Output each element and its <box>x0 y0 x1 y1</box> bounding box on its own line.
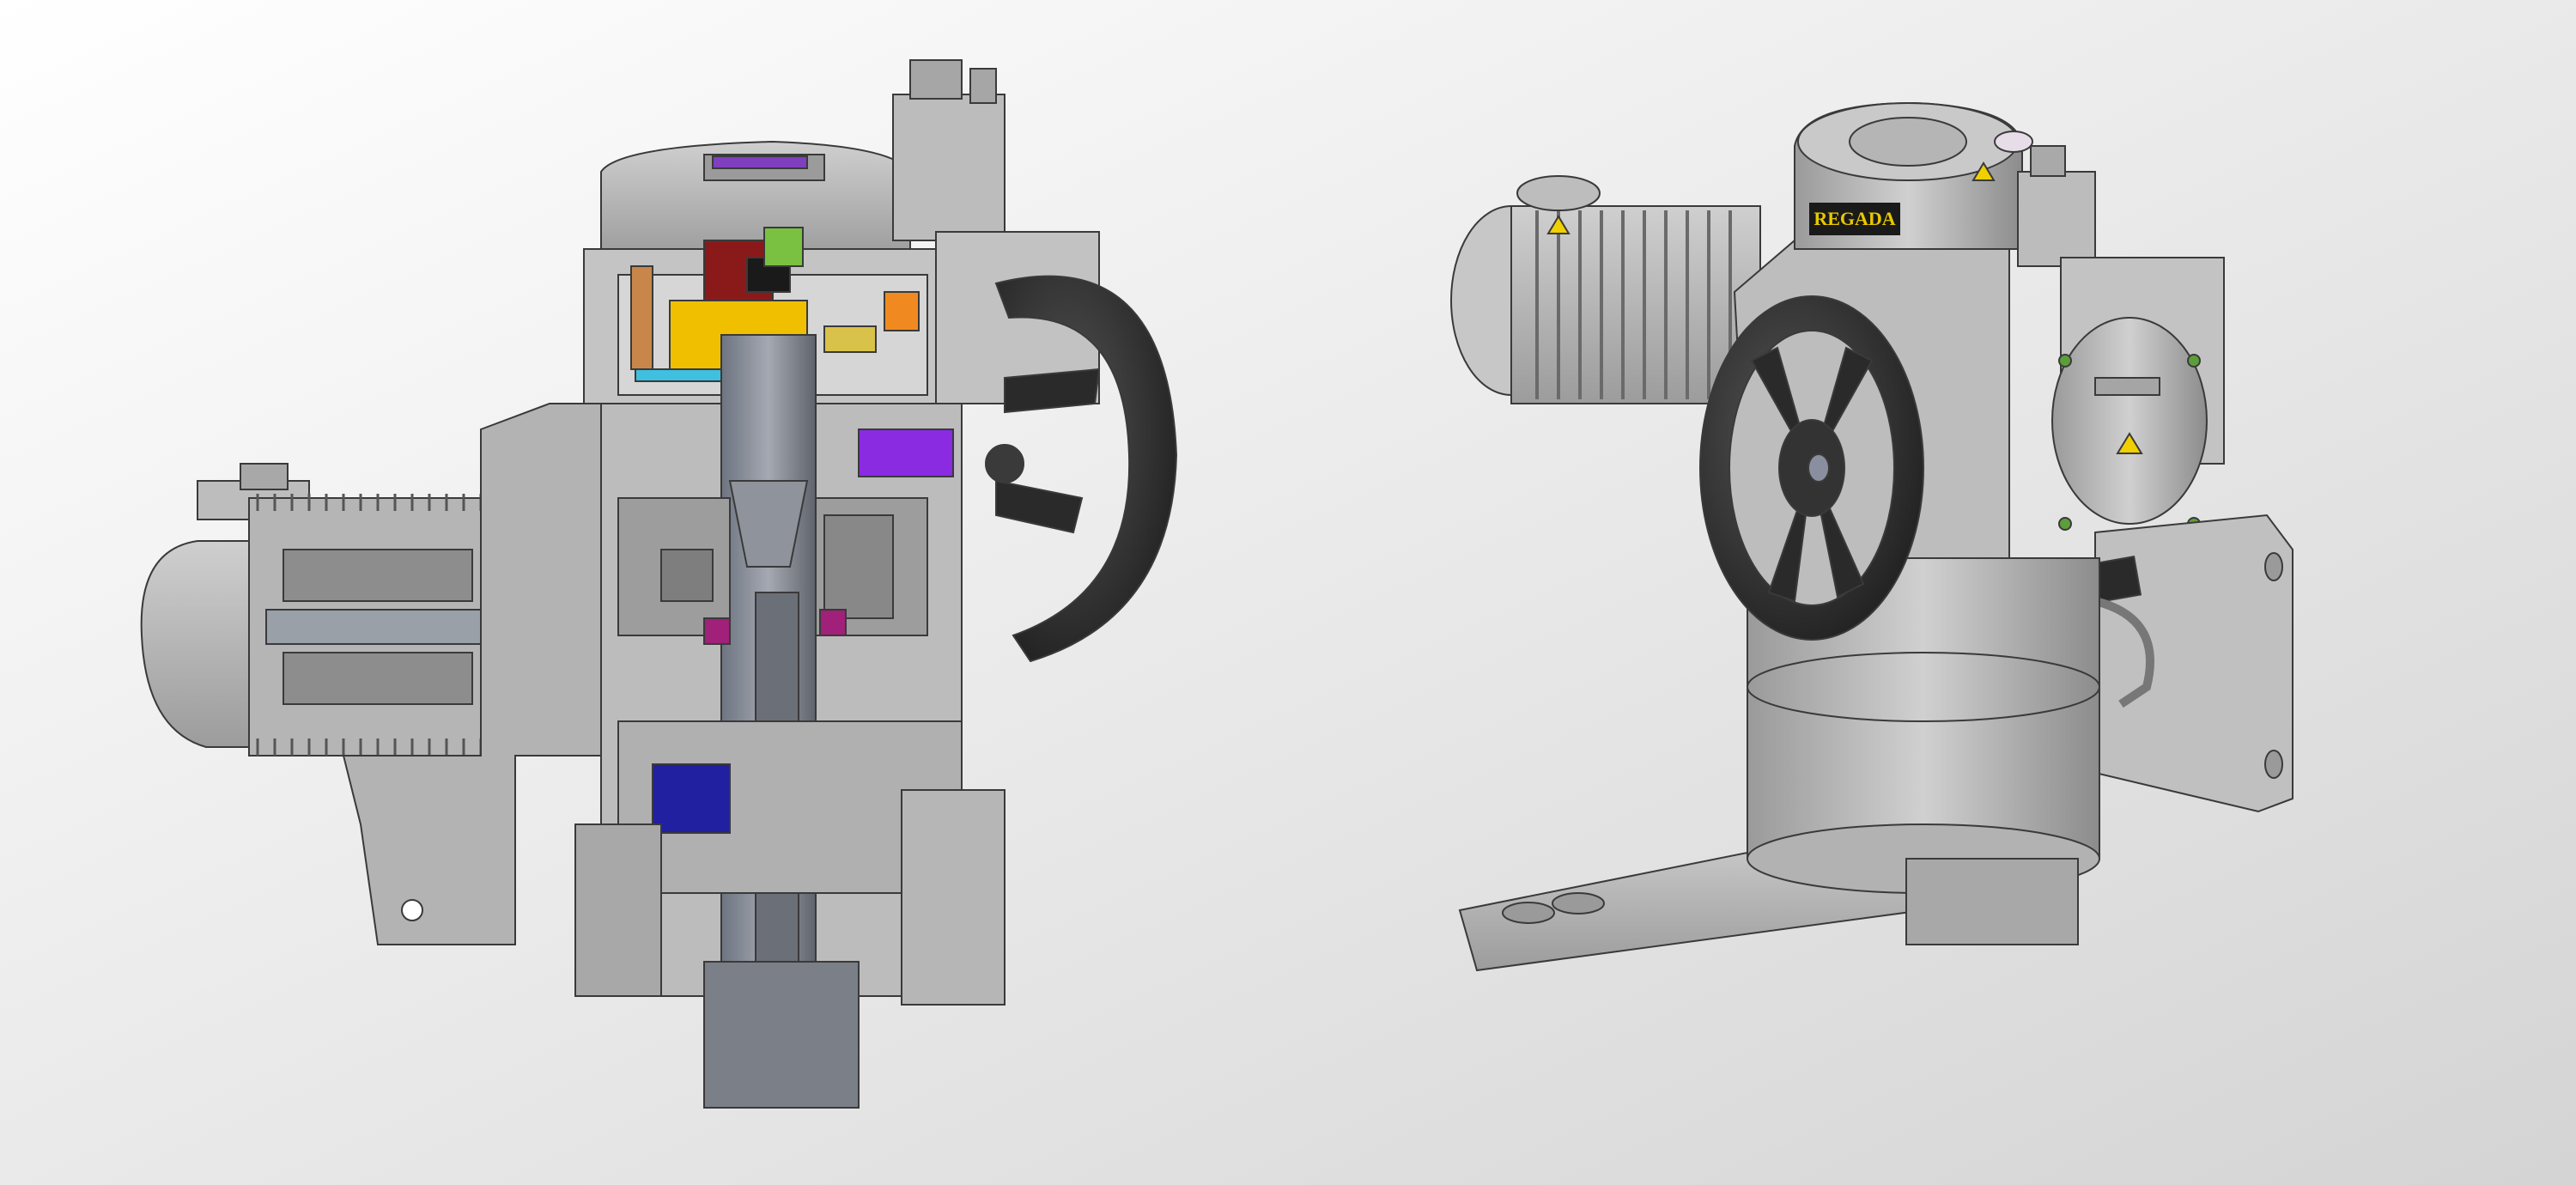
render-canvas: REGADA <box>0 0 2576 1185</box>
cutaway-cam <box>858 428 954 477</box>
assembled-handwheel <box>1699 295 1924 641</box>
render-stage: REGADA <box>0 0 2576 1185</box>
assembled-motor <box>1450 175 1761 404</box>
brand-plate: REGADA <box>1809 203 1900 235</box>
brand-label: REGADA <box>1814 208 1895 229</box>
